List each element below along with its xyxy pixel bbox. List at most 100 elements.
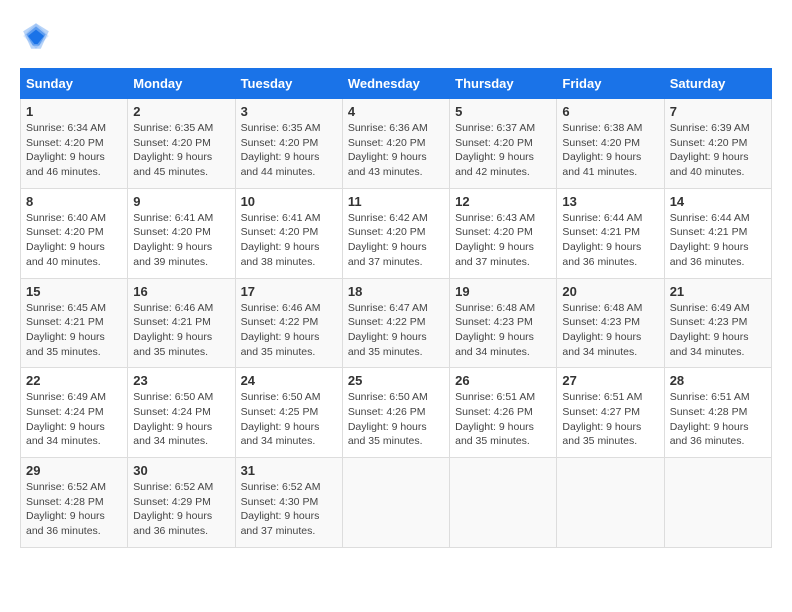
day-number: 28: [670, 373, 766, 388]
day-number: 14: [670, 194, 766, 209]
day-number: 29: [26, 463, 122, 478]
day-number: 8: [26, 194, 122, 209]
day-info: Sunrise: 6:47 AMSunset: 4:22 PMDaylight:…: [348, 301, 444, 360]
day-info: Sunrise: 6:44 AMSunset: 4:21 PMDaylight:…: [562, 211, 658, 270]
day-number: 3: [241, 104, 337, 119]
day-info: Sunrise: 6:52 AMSunset: 4:30 PMDaylight:…: [241, 480, 337, 539]
day-info: Sunrise: 6:46 AMSunset: 4:21 PMDaylight:…: [133, 301, 229, 360]
day-number: 20: [562, 284, 658, 299]
calendar-cell: 25 Sunrise: 6:50 AMSunset: 4:26 PMDayligh…: [342, 368, 449, 458]
calendar-cell: 10 Sunrise: 6:41 AMSunset: 4:20 PMDayligh…: [235, 188, 342, 278]
day-info: Sunrise: 6:51 AMSunset: 4:28 PMDaylight:…: [670, 390, 766, 449]
calendar-cell: 12 Sunrise: 6:43 AMSunset: 4:20 PMDayligh…: [450, 188, 557, 278]
header-day-saturday: Saturday: [664, 69, 771, 99]
calendar-cell: 30 Sunrise: 6:52 AMSunset: 4:29 PMDayligh…: [128, 458, 235, 548]
calendar-cell: 26 Sunrise: 6:51 AMSunset: 4:26 PMDayligh…: [450, 368, 557, 458]
header-row: SundayMondayTuesdayWednesdayThursdayFrid…: [21, 69, 772, 99]
day-info: Sunrise: 6:35 AMSunset: 4:20 PMDaylight:…: [241, 121, 337, 180]
day-number: 1: [26, 104, 122, 119]
day-number: 10: [241, 194, 337, 209]
header-day-sunday: Sunday: [21, 69, 128, 99]
calendar-cell: 2 Sunrise: 6:35 AMSunset: 4:20 PMDaylight…: [128, 99, 235, 189]
calendar-cell: 18 Sunrise: 6:47 AMSunset: 4:22 PMDayligh…: [342, 278, 449, 368]
day-number: 13: [562, 194, 658, 209]
logo-icon: [20, 20, 52, 52]
day-number: 12: [455, 194, 551, 209]
day-info: Sunrise: 6:43 AMSunset: 4:20 PMDaylight:…: [455, 211, 551, 270]
day-number: 26: [455, 373, 551, 388]
day-number: 7: [670, 104, 766, 119]
day-number: 19: [455, 284, 551, 299]
day-number: 25: [348, 373, 444, 388]
day-info: Sunrise: 6:48 AMSunset: 4:23 PMDaylight:…: [562, 301, 658, 360]
calendar-week-2: 8 Sunrise: 6:40 AMSunset: 4:20 PMDaylight…: [21, 188, 772, 278]
day-info: Sunrise: 6:46 AMSunset: 4:22 PMDaylight:…: [241, 301, 337, 360]
calendar-cell: 6Sunrise: 6:38 AMSunset: 4:20 PMDaylight…: [557, 99, 664, 189]
calendar-cell: 13 Sunrise: 6:44 AMSunset: 4:21 PMDayligh…: [557, 188, 664, 278]
day-info: Sunrise: 6:51 AMSunset: 4:26 PMDaylight:…: [455, 390, 551, 449]
day-number: 17: [241, 284, 337, 299]
day-info: Sunrise: 6:41 AMSunset: 4:20 PMDaylight:…: [241, 211, 337, 270]
calendar-cell: 17 Sunrise: 6:46 AMSunset: 4:22 PMDayligh…: [235, 278, 342, 368]
day-number: 21: [670, 284, 766, 299]
day-info: Sunrise: 6:50 AMSunset: 4:25 PMDaylight:…: [241, 390, 337, 449]
day-info: Sunrise: 6:48 AMSunset: 4:23 PMDaylight:…: [455, 301, 551, 360]
logo: [20, 20, 56, 52]
day-number: 4: [348, 104, 444, 119]
day-info: Sunrise: 6:41 AMSunset: 4:20 PMDaylight:…: [133, 211, 229, 270]
calendar-cell: 5 Sunrise: 6:37 AMSunset: 4:20 PMDaylight…: [450, 99, 557, 189]
day-number: 22: [26, 373, 122, 388]
calendar-cell: 19 Sunrise: 6:48 AMSunset: 4:23 PMDayligh…: [450, 278, 557, 368]
day-number: 2: [133, 104, 229, 119]
day-info: Sunrise: 6:50 AMSunset: 4:26 PMDaylight:…: [348, 390, 444, 449]
calendar-cell: 8 Sunrise: 6:40 AMSunset: 4:20 PMDaylight…: [21, 188, 128, 278]
calendar-cell: [450, 458, 557, 548]
calendar-cell: 27 Sunrise: 6:51 AMSunset: 4:27 PMDayligh…: [557, 368, 664, 458]
day-number: 27: [562, 373, 658, 388]
calendar-cell: 16 Sunrise: 6:46 AMSunset: 4:21 PMDayligh…: [128, 278, 235, 368]
day-number: 16: [133, 284, 229, 299]
calendar-cell: 15Sunrise: 6:45 AMSunset: 4:21 PMDayligh…: [21, 278, 128, 368]
calendar-cell: 7Sunrise: 6:39 AMSunset: 4:20 PMDaylight…: [664, 99, 771, 189]
calendar-cell: 22 Sunrise: 6:49 AMSunset: 4:24 PMDayligh…: [21, 368, 128, 458]
day-info: Sunrise: 6:52 AMSunset: 4:29 PMDaylight:…: [133, 480, 229, 539]
calendar-table: SundayMondayTuesdayWednesdayThursdayFrid…: [20, 68, 772, 548]
calendar-cell: 9Sunrise: 6:41 AMSunset: 4:20 PMDaylight…: [128, 188, 235, 278]
header-day-tuesday: Tuesday: [235, 69, 342, 99]
calendar-cell: 23 Sunrise: 6:50 AMSunset: 4:24 PMDayligh…: [128, 368, 235, 458]
day-info: Sunrise: 6:51 AMSunset: 4:27 PMDaylight:…: [562, 390, 658, 449]
calendar-cell: 11 Sunrise: 6:42 AMSunset: 4:20 PMDayligh…: [342, 188, 449, 278]
calendar-cell: 14Sunrise: 6:44 AMSunset: 4:21 PMDayligh…: [664, 188, 771, 278]
header-day-wednesday: Wednesday: [342, 69, 449, 99]
day-info: Sunrise: 6:40 AMSunset: 4:20 PMDaylight:…: [26, 211, 122, 270]
day-info: Sunrise: 6:42 AMSunset: 4:20 PMDaylight:…: [348, 211, 444, 270]
day-info: Sunrise: 6:49 AMSunset: 4:23 PMDaylight:…: [670, 301, 766, 360]
day-info: Sunrise: 6:36 AMSunset: 4:20 PMDaylight:…: [348, 121, 444, 180]
header-day-monday: Monday: [128, 69, 235, 99]
calendar-week-4: 22 Sunrise: 6:49 AMSunset: 4:24 PMDayligh…: [21, 368, 772, 458]
day-info: Sunrise: 6:52 AMSunset: 4:28 PMDaylight:…: [26, 480, 122, 539]
day-info: Sunrise: 6:49 AMSunset: 4:24 PMDaylight:…: [26, 390, 122, 449]
calendar-cell: 24 Sunrise: 6:50 AMSunset: 4:25 PMDayligh…: [235, 368, 342, 458]
calendar-cell: 21 Sunrise: 6:49 AMSunset: 4:23 PMDayligh…: [664, 278, 771, 368]
calendar-cell: 28 Sunrise: 6:51 AMSunset: 4:28 PMDayligh…: [664, 368, 771, 458]
calendar-cell: [342, 458, 449, 548]
calendar-cell: 4 Sunrise: 6:36 AMSunset: 4:20 PMDaylight…: [342, 99, 449, 189]
day-number: 30: [133, 463, 229, 478]
day-info: Sunrise: 6:37 AMSunset: 4:20 PMDaylight:…: [455, 121, 551, 180]
day-number: 5: [455, 104, 551, 119]
calendar-cell: 1Sunrise: 6:34 AMSunset: 4:20 PMDaylight…: [21, 99, 128, 189]
day-number: 15: [26, 284, 122, 299]
day-info: Sunrise: 6:35 AMSunset: 4:20 PMDaylight:…: [133, 121, 229, 180]
day-info: Sunrise: 6:50 AMSunset: 4:24 PMDaylight:…: [133, 390, 229, 449]
day-number: 23: [133, 373, 229, 388]
day-number: 24: [241, 373, 337, 388]
day-number: 18: [348, 284, 444, 299]
calendar-cell: [557, 458, 664, 548]
calendar-week-1: 1Sunrise: 6:34 AMSunset: 4:20 PMDaylight…: [21, 99, 772, 189]
calendar-cell: 20 Sunrise: 6:48 AMSunset: 4:23 PMDayligh…: [557, 278, 664, 368]
day-number: 11: [348, 194, 444, 209]
calendar-cell: 29 Sunrise: 6:52 AMSunset: 4:28 PMDayligh…: [21, 458, 128, 548]
page-header: [20, 20, 772, 52]
calendar-cell: 31Sunrise: 6:52 AMSunset: 4:30 PMDayligh…: [235, 458, 342, 548]
